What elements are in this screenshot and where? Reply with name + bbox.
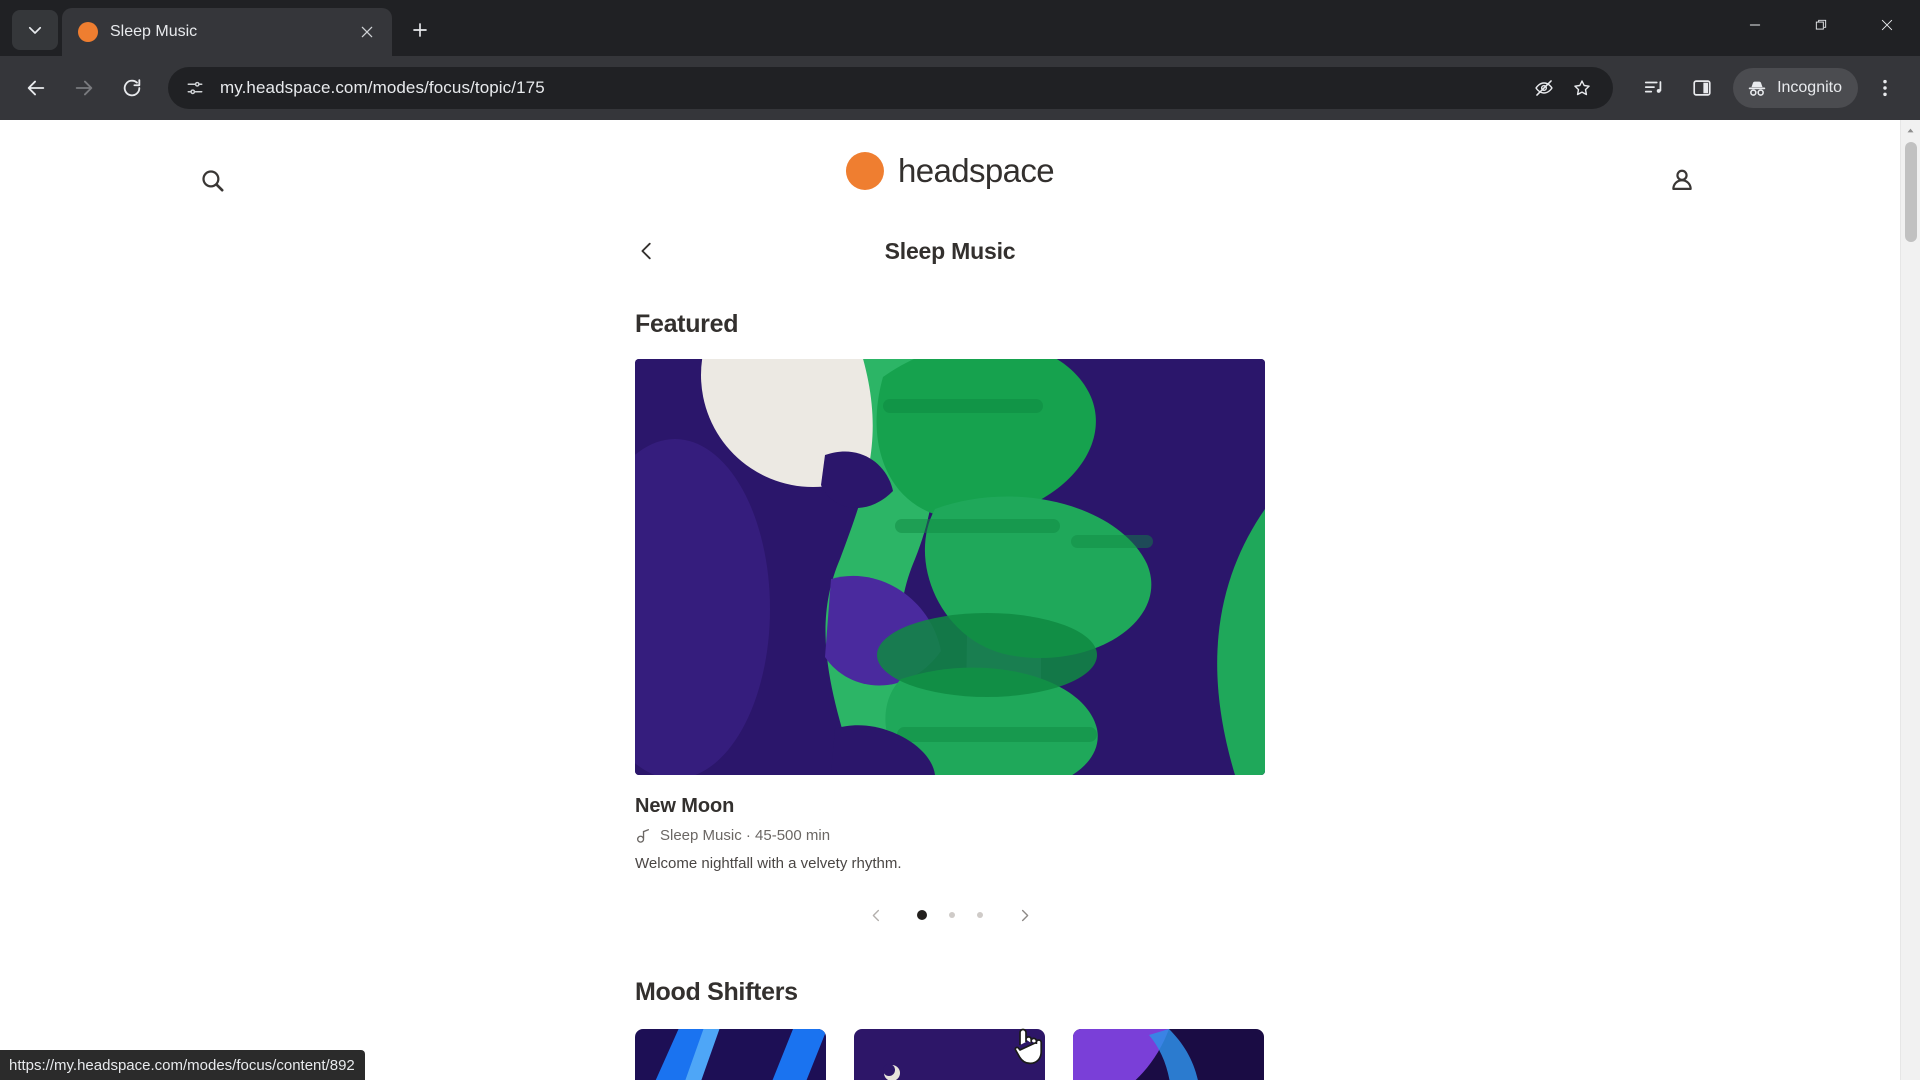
headspace-wordmark: headspace: [897, 152, 1055, 189]
browser-tab[interactable]: Sleep Music: [62, 8, 392, 56]
new-moon-illustration: [635, 359, 1265, 775]
chevron-up-icon: [1907, 128, 1914, 132]
search-icon: [201, 169, 224, 192]
close-icon: [361, 26, 373, 38]
featured-meta-text: Sleep Music · 45-500 min: [660, 827, 831, 844]
mood-shifters-row: [635, 1029, 1265, 1080]
featured-card[interactable]: New Moon Sleep Music · 45-500 min Welcom…: [635, 359, 1265, 872]
status-url-bubble: https://my.headspace.com/modes/focus/con…: [0, 1050, 365, 1080]
moon-drops-thumb: [854, 1029, 1045, 1080]
incognito-indicator[interactable]: Incognito: [1733, 68, 1858, 108]
page-back-button[interactable]: [627, 231, 667, 271]
page-viewport: headspace Sleep Music Featured New Moon …: [0, 120, 1920, 1080]
media-controls-button[interactable]: [1633, 67, 1675, 109]
music-playlist-icon: [1644, 81, 1662, 93]
scrollbar-thumb[interactable]: [1905, 142, 1917, 242]
new-tab-button[interactable]: [402, 12, 438, 48]
content-column: Sleep Music Featured New Moon Sleep Musi…: [635, 220, 1265, 1080]
carousel-dot-2[interactable]: [949, 912, 955, 918]
toolbar-right-actions: Incognito: [1627, 67, 1906, 109]
reload-button[interactable]: [110, 66, 154, 110]
site-header: headspace: [0, 120, 1900, 220]
side-panel-button[interactable]: [1681, 67, 1723, 109]
featured-artwork[interactable]: [635, 359, 1265, 775]
browser-toolbar: my.headspace.com/modes/focus/topic/175 I…: [0, 56, 1920, 120]
tab-strip: Sleep Music: [0, 0, 1920, 56]
headspace-page: headspace Sleep Music Featured New Moon …: [0, 120, 1900, 1080]
plus-icon: [413, 23, 427, 37]
restore-icon: [1815, 19, 1827, 30]
minimize-button[interactable]: [1722, 0, 1788, 50]
mood-card-2[interactable]: [854, 1029, 1045, 1080]
chevron-left-icon: [872, 909, 879, 921]
chrome-menu-button[interactable]: [1864, 67, 1906, 109]
bookmark-button[interactable]: [1565, 71, 1599, 105]
reload-icon: [123, 79, 141, 97]
carousel-dots: [917, 910, 983, 920]
forward-button[interactable]: [62, 66, 106, 110]
tab-search-button[interactable]: [12, 10, 58, 50]
headspace-logo[interactable]: headspace: [845, 152, 1055, 190]
carousel-next-button[interactable]: [1011, 902, 1037, 928]
site-info-button[interactable]: [182, 75, 208, 101]
carousel-dot-3[interactable]: [977, 912, 983, 918]
chevron-left-icon: [641, 242, 651, 260]
blue-stripes-thumb: [635, 1029, 826, 1080]
chevron-down-icon: [28, 26, 42, 34]
page-title: Sleep Music: [884, 237, 1016, 264]
chevron-right-icon: [1021, 909, 1028, 921]
mood-card-1[interactable]: [635, 1029, 826, 1080]
restore-button[interactable]: [1788, 0, 1854, 50]
incognito-label: Incognito: [1777, 79, 1842, 96]
music-note-icon: [636, 828, 649, 843]
incognito-hat-icon: [1748, 81, 1766, 96]
arrow-left-icon: [27, 80, 45, 96]
scrollbar-up-arrow[interactable]: [1901, 120, 1920, 140]
search-button[interactable]: [190, 158, 234, 202]
carousel-prev-button[interactable]: [863, 902, 889, 928]
minimize-icon: [1749, 24, 1761, 26]
browser-window: Sleep Music my.headspace.com/modes/focus…: [0, 0, 1920, 1080]
page-scrollbar[interactable]: [1900, 120, 1920, 1080]
close-icon: [1881, 19, 1893, 31]
tab-close-button[interactable]: [354, 19, 380, 45]
account-button[interactable]: [1660, 158, 1704, 202]
address-bar[interactable]: my.headspace.com/modes/focus/topic/175: [168, 67, 1614, 109]
side-panel-icon: [1693, 80, 1711, 96]
page-settings-icon: [187, 81, 203, 95]
purple-swirl-thumb: [1073, 1029, 1264, 1080]
tab-title: Sleep Music: [110, 23, 198, 40]
carousel-dot-1[interactable]: [917, 910, 927, 920]
tracking-protection-button[interactable]: [1527, 71, 1561, 105]
page-topbar: Sleep Music: [635, 220, 1265, 282]
close-window-button[interactable]: [1854, 0, 1920, 50]
mood-card-3[interactable]: [1073, 1029, 1264, 1080]
eye-slash-icon: [1535, 80, 1553, 96]
tab-favicon: [78, 22, 98, 42]
window-controls: [1722, 0, 1920, 50]
back-button[interactable]: [14, 66, 58, 110]
mood-shifters-heading: Mood Shifters: [635, 978, 798, 1006]
url-text: my.headspace.com/modes/focus/topic/175: [220, 78, 545, 97]
arrow-right-icon: [75, 80, 93, 96]
headspace-dot-icon: [845, 152, 884, 190]
carousel-controls: [635, 898, 1265, 932]
three-dot-menu-icon: [1883, 79, 1887, 97]
featured-heading: Featured: [635, 310, 739, 338]
featured-title: New Moon: [635, 795, 735, 817]
omnibox-actions: [1527, 71, 1599, 105]
featured-description: Welcome nightfall with a velvety rhythm.: [635, 855, 902, 872]
star-bookmark-icon: [1574, 80, 1590, 96]
account-person-icon: [1672, 169, 1692, 190]
featured-meta: Sleep Music · 45-500 min: [635, 827, 1265, 844]
